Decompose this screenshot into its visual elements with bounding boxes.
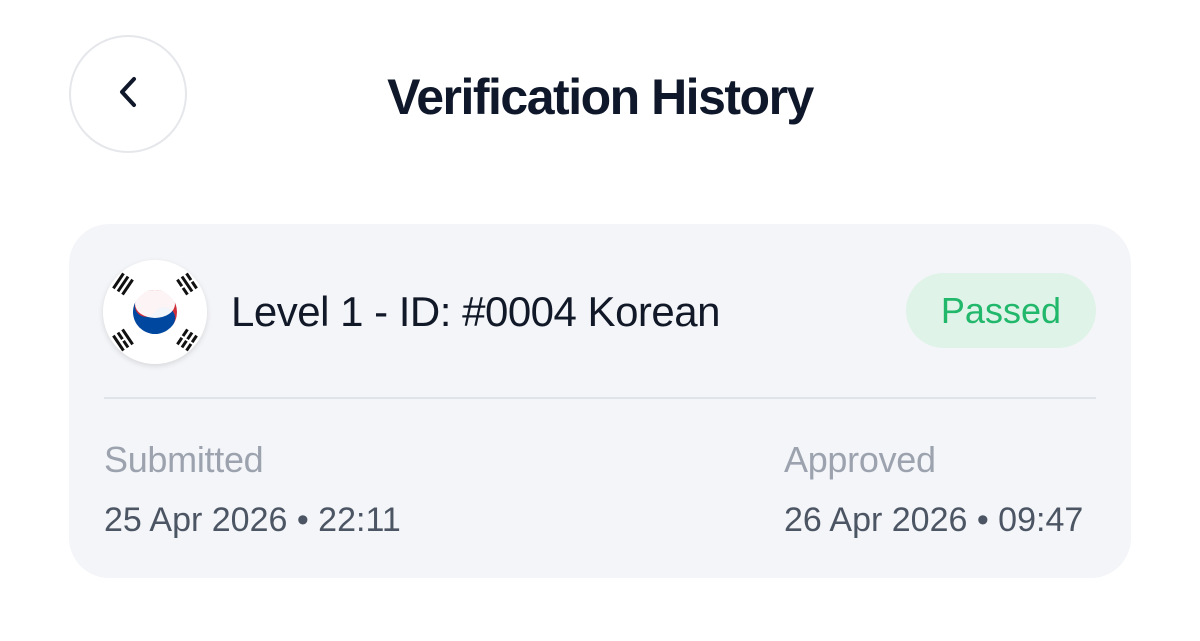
submitted-label: Submitted — [104, 439, 264, 480]
verification-card[interactable]: Level 1 - ID: #0004 Korean Passed Submit… — [69, 224, 1131, 578]
verification-title: Level 1 - ID: #0004 Korean — [231, 288, 721, 335]
approved-label: Approved — [784, 439, 936, 480]
divider — [104, 397, 1096, 399]
south-korea-flag-icon — [103, 260, 207, 364]
status-badge: Passed — [905, 273, 1096, 348]
page-title: Verification History — [387, 69, 814, 125]
submitted-value: 25 Apr 2026 • 22:11 — [104, 501, 401, 539]
approved-value: 26 Apr 2026 • 09:47 — [784, 501, 1084, 539]
